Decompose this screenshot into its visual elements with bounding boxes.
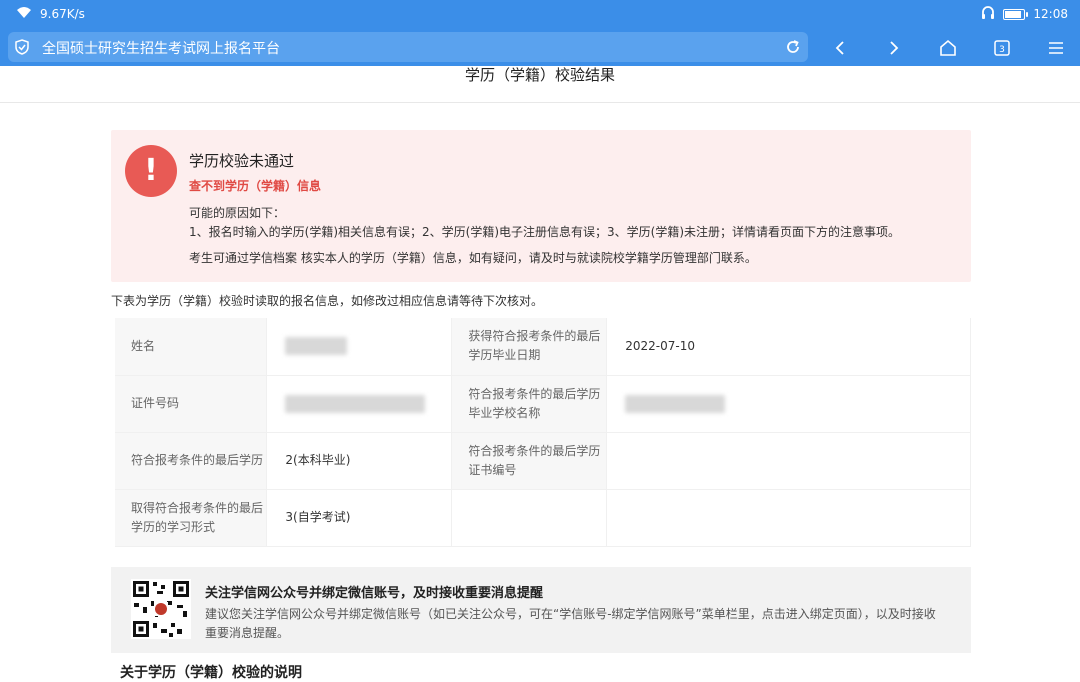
table-row: 证件号码 符合报考条件的最后学历毕业学校名称 (115, 375, 971, 433)
home-icon[interactable] (937, 37, 959, 59)
reload-icon[interactable] (784, 38, 802, 60)
label-education-level: 符合报考条件的最后学历 (115, 432, 268, 490)
promo-text: 建议您关注学信网公众号并绑定微信账号（如已关注公众号，可在“学信账号-绑定学信网… (205, 607, 936, 640)
value-certificate-number (606, 432, 971, 490)
clock: 12:08 (1033, 7, 1068, 21)
value-name (266, 318, 453, 376)
error-reason-intro: 可能的原因如下： (189, 206, 286, 220)
redacted-id-number (285, 394, 426, 413)
address-bar[interactable]: 全国硕士研究生招生考试网上报名平台 (8, 32, 808, 62)
redacted-school-name (625, 394, 726, 413)
table-row: 取得符合报考条件的最后学历的学习形式 3(自学考试) (115, 489, 971, 547)
empty-cell (451, 489, 608, 547)
forward-icon[interactable] (883, 37, 905, 59)
value-study-form: 3(自学考试) (266, 489, 453, 547)
promo-title: 关注学信网公众号并绑定微信账号，及时接收重要消息提醒 (205, 586, 544, 601)
error-subtitle: 查不到学历（学籍）信息 (189, 179, 322, 193)
back-icon[interactable] (829, 37, 851, 59)
tabs-icon[interactable]: 3 (991, 37, 1013, 59)
network-speed: 9.67K/s (40, 7, 85, 21)
error-note: 考生可通过学信档案 核实本人的学历（学籍）信息，如有疑问，请及时与就读院校学籍学… (189, 251, 757, 265)
registration-info-table: 姓名 获得符合报考条件的最后学历毕业日期 2022-07-10 证件号码 符合报… (115, 318, 971, 547)
label-school-name: 符合报考条件的最后学历毕业学校名称 (451, 375, 608, 433)
value-id-number (266, 375, 453, 433)
headphones-icon (981, 6, 995, 22)
label-certificate-number: 符合报考条件的最后学历证书编号 (451, 432, 608, 490)
page-url-title: 全国硕士研究生招生考试网上报名平台 (42, 41, 280, 57)
label-name: 姓名 (115, 318, 268, 376)
battery-icon (1003, 8, 1029, 20)
browser-toolbar: 全国硕士研究生招生考试网上报名平台 3 (0, 28, 1080, 66)
table-row: 符合报考条件的最后学历 2(本科毕业) 符合报考条件的最后学历证书编号 (115, 432, 971, 490)
label-study-form: 取得符合报考条件的最后学历的学习形式 (115, 489, 268, 547)
error-title: 学历校验未通过 (189, 152, 295, 170)
wifi-icon (16, 6, 32, 22)
exclamation-icon: ! (125, 145, 177, 197)
header-divider (0, 102, 1080, 103)
qr-code[interactable] (131, 579, 191, 639)
table-intro: 下表为学历（学籍）校验时读取的报名信息，如修改过相应信息请等待下次核对。 (111, 294, 544, 308)
empty-cell (606, 489, 971, 547)
section-title: 关于学历（学籍）校验的说明 (120, 665, 302, 681)
label-graduation-date: 获得符合报考条件的最后学历毕业日期 (451, 318, 608, 376)
wechat-promo: 关注学信网公众号并绑定微信账号，及时接收重要消息提醒 建议您关注学信网公众号并绑… (111, 567, 971, 653)
qr-code-icon (131, 579, 191, 639)
label-id-number: 证件号码 (115, 375, 268, 433)
tab-count: 3 (999, 45, 1005, 55)
value-graduation-date: 2022-07-10 (606, 318, 971, 376)
status-bar: 9.67K/s 12:08 (0, 0, 1080, 28)
menu-icon[interactable] (1045, 37, 1067, 59)
shield-check-icon (14, 39, 30, 59)
page-title: 学历（学籍）校验结果 (464, 66, 615, 84)
redacted-name (285, 337, 348, 356)
error-reason-detail: 1、报名时输入的学历(学籍)相关信息有误；2、学历(学籍)电子注册信息有误；3、… (189, 225, 900, 239)
value-school-name (606, 375, 971, 433)
error-panel: ! 学历校验未通过 查不到学历（学籍）信息 可能的原因如下： 1、报名时输入的学… (111, 130, 971, 282)
table-row: 姓名 获得符合报考条件的最后学历毕业日期 2022-07-10 (115, 318, 971, 376)
value-education-level: 2(本科毕业) (266, 432, 453, 490)
